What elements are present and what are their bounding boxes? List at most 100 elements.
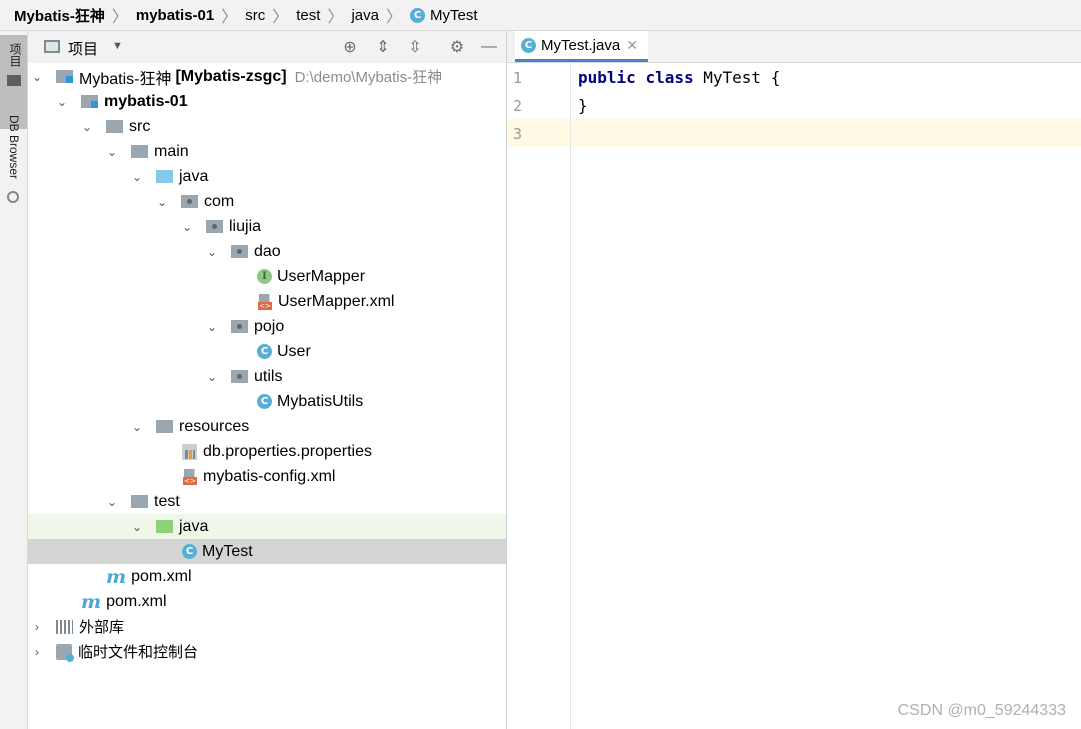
test-source-folder-icon bbox=[156, 520, 173, 533]
tree-label: Mybatis-狂神 bbox=[79, 70, 172, 88]
tree-row-liujia[interactable]: ⌄ liujia bbox=[28, 214, 506, 239]
chevron-down-icon[interactable]: ⌄ bbox=[107, 145, 117, 159]
tree-row-main[interactable]: ⌄ main bbox=[28, 139, 506, 164]
gear-icon[interactable]: ⚙ bbox=[448, 38, 466, 56]
project-tree: ⌄ Mybatis-狂神 [Mybatis-zsgc] D:\demo\Myba… bbox=[28, 63, 506, 729]
tree-label: com bbox=[204, 192, 235, 210]
package-icon bbox=[181, 195, 198, 208]
folder-icon bbox=[7, 75, 21, 86]
breadcrumb-item-project[interactable]: Mybatis-狂神 bbox=[14, 5, 105, 26]
chevron-down-icon[interactable]: ⌄ bbox=[207, 320, 217, 334]
open-brace: { bbox=[770, 68, 781, 87]
db-browser-label: DB Browser bbox=[7, 115, 21, 180]
tree-label: pom.xml bbox=[106, 592, 167, 610]
tab-mytest-java[interactable]: C MyTest.java ✕ bbox=[515, 31, 648, 62]
keyword-class: class bbox=[645, 68, 694, 87]
tree-row-com[interactable]: ⌄ com bbox=[28, 189, 506, 214]
tree-row-src[interactable]: ⌄ src bbox=[28, 114, 506, 139]
class-name: MyTest bbox=[703, 68, 762, 87]
library-icon bbox=[56, 619, 73, 634]
tree-label: db.properties.properties bbox=[203, 442, 372, 460]
tree-row-mybatis-config[interactable]: mybatis-config.xml bbox=[28, 464, 506, 489]
expand-all-icon[interactable]: ⇕ bbox=[374, 38, 392, 56]
package-icon bbox=[231, 370, 248, 383]
chevron-down-icon[interactable]: ⌄ bbox=[207, 370, 217, 384]
module-folder-icon bbox=[81, 95, 98, 108]
chevron-down-icon[interactable]: ⌄ bbox=[157, 195, 167, 209]
tree-row-external-libraries[interactable]: › 外部库 bbox=[28, 614, 506, 639]
breadcrumb-label: Mybatis-狂神 bbox=[14, 7, 105, 25]
tree-row-resources[interactable]: ⌄ resources bbox=[28, 414, 506, 439]
editor-tab-bar: C MyTest.java ✕ bbox=[507, 31, 1081, 63]
package-icon bbox=[231, 245, 248, 258]
chevron-right-icon[interactable]: › bbox=[32, 620, 42, 634]
breadcrumb-item-mytest[interactable]: C MyTest bbox=[410, 7, 478, 24]
tree-row-scratches[interactable]: › 临时文件和控制台 bbox=[28, 639, 506, 664]
current-line-highlight bbox=[571, 119, 1081, 147]
tool-window-strip: 项目 DB Browser bbox=[0, 31, 28, 729]
tree-row-pom-root[interactable]: m pom.xml bbox=[28, 589, 506, 614]
tree-row-module[interactable]: ⌄ mybatis-01 bbox=[28, 89, 506, 114]
chevron-down-icon[interactable]: ⌄ bbox=[132, 520, 142, 534]
java-interface-icon: I bbox=[257, 269, 272, 284]
tree-label: src bbox=[129, 117, 151, 135]
chevron-down-icon[interactable]: ⌄ bbox=[132, 170, 142, 184]
tree-row-user[interactable]: C User bbox=[28, 339, 506, 364]
chevron-down-icon[interactable]: ⌄ bbox=[107, 495, 117, 509]
minimize-icon[interactable]: — bbox=[480, 38, 498, 56]
tree-row-test[interactable]: ⌄ test bbox=[28, 489, 506, 514]
caret-down-icon[interactable]: ▼ bbox=[112, 40, 123, 52]
tree-label: mybatis-01 bbox=[104, 92, 188, 110]
tree-label: liujia bbox=[229, 217, 262, 235]
folder-icon bbox=[131, 145, 148, 158]
breadcrumb-item-java[interactable]: java bbox=[351, 7, 379, 24]
tree-row-mytest[interactable]: C MyTest bbox=[28, 539, 506, 564]
java-class-icon: C bbox=[182, 544, 197, 559]
package-icon bbox=[206, 220, 223, 233]
tree-row-root[interactable]: ⌄ Mybatis-狂神 [Mybatis-zsgc] D:\demo\Myba… bbox=[28, 64, 506, 89]
tree-row-java-test[interactable]: ⌄ java bbox=[28, 514, 506, 539]
line-number: 1 bbox=[513, 69, 523, 87]
project-view-icon bbox=[44, 40, 60, 53]
tree-label: UserMapper bbox=[277, 267, 366, 285]
tree-row-db-properties[interactable]: db.properties.properties bbox=[28, 439, 506, 464]
locate-crosshair-icon[interactable]: ⊕ bbox=[341, 38, 359, 56]
tree-label: test bbox=[154, 492, 180, 510]
tree-label: 临时文件和控制台 bbox=[78, 644, 199, 661]
breadcrumb-label: src bbox=[245, 6, 266, 24]
watermark: CSDN @m0_59244333 bbox=[897, 702, 1066, 719]
db-browser-tool-button[interactable]: DB Browser bbox=[0, 109, 27, 209]
close-icon[interactable]: ✕ bbox=[626, 37, 638, 54]
tree-label: resources bbox=[179, 417, 250, 435]
chevron-right-icon[interactable]: › bbox=[32, 645, 42, 659]
chevron-down-icon[interactable]: ⌄ bbox=[32, 70, 42, 84]
folder-icon bbox=[106, 120, 123, 133]
source-folder-icon bbox=[156, 170, 173, 183]
tree-row-mybatisutils[interactable]: C MybatisUtils bbox=[28, 389, 506, 414]
tree-row-dao[interactable]: ⌄ dao bbox=[28, 239, 506, 264]
properties-file-icon bbox=[182, 443, 197, 460]
breadcrumb-label: test bbox=[296, 6, 321, 24]
maven-icon: m bbox=[106, 565, 127, 588]
tree-label: pojo bbox=[254, 317, 285, 335]
code-editor[interactable]: public class MyTest { } bbox=[571, 63, 1081, 729]
tree-row-utils[interactable]: ⌄ utils bbox=[28, 364, 506, 389]
collapse-all-icon[interactable]: ⇳ bbox=[406, 38, 424, 56]
tree-row-java-main[interactable]: ⌄ java bbox=[28, 164, 506, 189]
project-panel-title[interactable]: 项目 bbox=[68, 38, 98, 59]
tree-label: pom.xml bbox=[131, 567, 192, 585]
tree-row-pojo[interactable]: ⌄ pojo bbox=[28, 314, 506, 339]
breadcrumb-item-test[interactable]: test bbox=[296, 7, 320, 24]
xml-file-icon bbox=[257, 293, 272, 310]
chevron-down-icon[interactable]: ⌄ bbox=[182, 220, 192, 234]
breadcrumb-item-src[interactable]: src bbox=[245, 7, 265, 24]
chevron-down-icon[interactable]: ⌄ bbox=[132, 420, 142, 434]
tree-row-usermapper[interactable]: I UserMapper bbox=[28, 264, 506, 289]
breadcrumb-item-module[interactable]: mybatis-01 bbox=[136, 7, 214, 24]
chevron-down-icon[interactable]: ⌄ bbox=[57, 95, 67, 109]
breadcrumb-label: mybatis-01 bbox=[135, 6, 215, 24]
chevron-down-icon[interactable]: ⌄ bbox=[207, 245, 217, 259]
tree-row-usermapper-xml[interactable]: UserMapper.xml bbox=[28, 289, 506, 314]
tree-row-pom-module[interactable]: m pom.xml bbox=[28, 564, 506, 589]
chevron-down-icon[interactable]: ⌄ bbox=[82, 120, 92, 134]
